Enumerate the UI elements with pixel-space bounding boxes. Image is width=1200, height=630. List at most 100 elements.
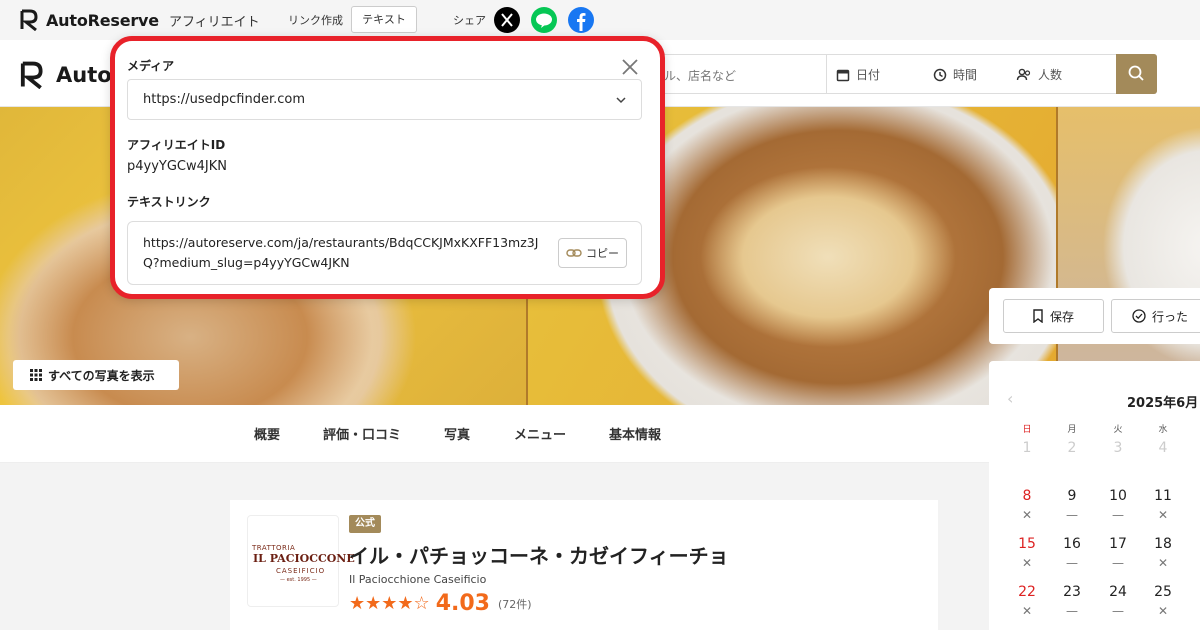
grid-icon	[30, 369, 42, 381]
rating-row: ★★★★☆ 4.03 (72件)	[349, 591, 532, 616]
restaurant-name-en: Il Paciocchione Caseificio	[349, 573, 487, 586]
weekday-label: 日	[1022, 425, 1032, 435]
people-selector[interactable]: 人数	[1016, 66, 1062, 83]
no-availability-dash-icon: —	[1112, 604, 1124, 618]
search-divider	[826, 55, 827, 93]
calendar-day[interactable]: 10	[1103, 488, 1133, 504]
unavailable-icon: ✕	[1021, 508, 1033, 522]
rating-score: 4.03	[435, 591, 490, 616]
calendar-day[interactable]: 25	[1148, 584, 1178, 600]
date-selector[interactable]: 日付	[836, 66, 880, 83]
affiliate-brand: AutoReserve	[46, 10, 159, 30]
close-icon[interactable]	[621, 58, 639, 76]
affiliate-logo[interactable]: AutoReserve アフィリエイト	[20, 9, 260, 31]
logo-line-1: TRATTORIA	[252, 544, 296, 552]
media-label: メディア	[127, 59, 175, 73]
restaurant-name: イル・パチョッコーネ・カゼイフィーチョ	[349, 544, 729, 568]
tab-photos[interactable]: 写真	[444, 424, 470, 443]
search-button[interactable]	[1116, 54, 1157, 94]
calendar-day[interactable]: 16	[1057, 536, 1087, 552]
prev-month-icon[interactable]: ‹	[1007, 389, 1013, 408]
tab-reviews[interactable]: 評価・口コミ	[323, 424, 401, 443]
calendar-day[interactable]: 2	[1057, 440, 1087, 456]
affiliate-id-label: アフィリエイトID	[127, 138, 226, 152]
text-link-button[interactable]: テキスト	[351, 6, 417, 33]
visited-button[interactable]: 行った	[1111, 299, 1200, 333]
save-label: 保存	[1050, 309, 1075, 324]
review-count[interactable]: (72件)	[498, 596, 532, 612]
unavailable-icon: ✕	[1157, 556, 1169, 570]
no-availability-dash-icon: —	[1066, 604, 1078, 618]
chevron-down-icon	[616, 97, 626, 104]
affiliate-section-label: アフィリエイト	[168, 14, 260, 30]
line-icon[interactable]	[531, 7, 557, 33]
unavailable-icon: ✕	[1021, 604, 1033, 618]
show-all-photos-label: すべての写真を表示	[48, 368, 155, 383]
media-select[interactable]: https://usedpcfinder.com	[127, 79, 642, 120]
text-link-label: テキストリンク	[127, 195, 211, 209]
calendar-day[interactable]: 23	[1057, 584, 1087, 600]
official-badge: 公式	[349, 515, 381, 533]
affiliate-link-modal: メディア https://usedpcfinder.com アフィリエイトID …	[110, 36, 665, 299]
calendar-day[interactable]: 8	[1012, 488, 1042, 504]
affiliate-id-value: p4yyYGCw4JKN	[127, 159, 227, 174]
weekday-label: 月	[1067, 425, 1077, 435]
calendar-day[interactable]: 11	[1148, 488, 1178, 504]
calendar-day[interactable]: 4	[1148, 440, 1178, 456]
unavailable-icon: ✕	[1157, 508, 1169, 522]
no-availability-dash-icon: —	[1112, 508, 1124, 522]
affiliate-top-bar: AutoReserve アフィリエイト リンク作成 テキスト シェア	[0, 0, 1200, 40]
bookmark-icon	[1033, 309, 1043, 323]
logo-line-3: CASEIFICIO	[276, 567, 326, 575]
no-availability-dash-icon: —	[1066, 508, 1078, 522]
x-icon[interactable]	[494, 7, 520, 33]
search-bar: ル、店名など 日付 時間 人数	[645, 54, 1157, 94]
people-icon	[1016, 68, 1031, 80]
calendar-day[interactable]: 18	[1148, 536, 1178, 552]
copy-button[interactable]: コピー	[558, 238, 627, 268]
text-link-box: https://autoreserve.com/ja/restaurants/B…	[127, 221, 642, 285]
calendar-icon	[836, 69, 850, 81]
logo-line-4: — est. 1995 —	[280, 577, 317, 583]
calendar-day[interactable]: 17	[1103, 536, 1133, 552]
check-circle-icon	[1132, 309, 1146, 323]
logo-line-2: IL PACIOCCONE	[253, 552, 355, 565]
autoreserve-logo-icon	[20, 61, 46, 89]
show-all-photos-button[interactable]: すべての写真を表示	[13, 360, 179, 390]
facebook-icon[interactable]	[568, 7, 594, 33]
visited-label: 行った	[1152, 309, 1189, 324]
calendar-day[interactable]: 1	[1012, 440, 1042, 456]
weekday-label: 火	[1113, 425, 1123, 435]
date-label: 日付	[856, 68, 881, 82]
calendar-day[interactable]: 9	[1057, 488, 1087, 504]
star-rating-icon: ★★★★☆	[349, 593, 430, 614]
restaurant-summary-card: TRATTORIA IL PACIOCCONE CASEIFICIO — est…	[230, 500, 938, 630]
text-link-url[interactable]: https://autoreserve.com/ja/restaurants/B…	[143, 233, 553, 273]
tab-menu[interactable]: メニュー	[514, 424, 566, 443]
calendar-day[interactable]: 22	[1012, 584, 1042, 600]
calendar-month-title: 2025年6月	[1127, 396, 1199, 411]
media-select-value: https://usedpcfinder.com	[143, 92, 305, 107]
save-button[interactable]: 保存	[1003, 299, 1104, 333]
tab-basic-info[interactable]: 基本情報	[609, 424, 661, 443]
calendar-day[interactable]: 3	[1103, 440, 1133, 456]
reservation-calendar: ‹ 2025年6月 日月火水 1 2 3 4 8 ✕ 9—10—11 ✕ 15 ✕ 16—17—18 ✕…	[989, 361, 1200, 630]
copy-label: コピー	[586, 247, 619, 260]
weekday-label: 水	[1158, 425, 1168, 435]
search-input[interactable]: ル、店名など	[664, 67, 736, 84]
save-actions-card: 保存 行った	[989, 288, 1200, 344]
people-label: 人数	[1038, 68, 1063, 82]
unavailable-icon: ✕	[1157, 604, 1169, 618]
search-icon	[1128, 65, 1144, 81]
calendar-day[interactable]: 24	[1103, 584, 1133, 600]
link-create-label: リンク作成	[288, 14, 343, 27]
calendar-day[interactable]: 15	[1012, 536, 1042, 552]
clock-icon	[933, 68, 947, 81]
no-availability-dash-icon: —	[1112, 556, 1124, 570]
unavailable-icon: ✕	[1021, 556, 1033, 570]
share-label: シェア	[453, 14, 486, 27]
tab-overview[interactable]: 概要	[254, 424, 280, 443]
time-selector[interactable]: 時間	[933, 66, 977, 83]
restaurant-logo: TRATTORIA IL PACIOCCONE CASEIFICIO — est…	[247, 515, 355, 607]
no-availability-dash-icon: —	[1066, 556, 1078, 570]
